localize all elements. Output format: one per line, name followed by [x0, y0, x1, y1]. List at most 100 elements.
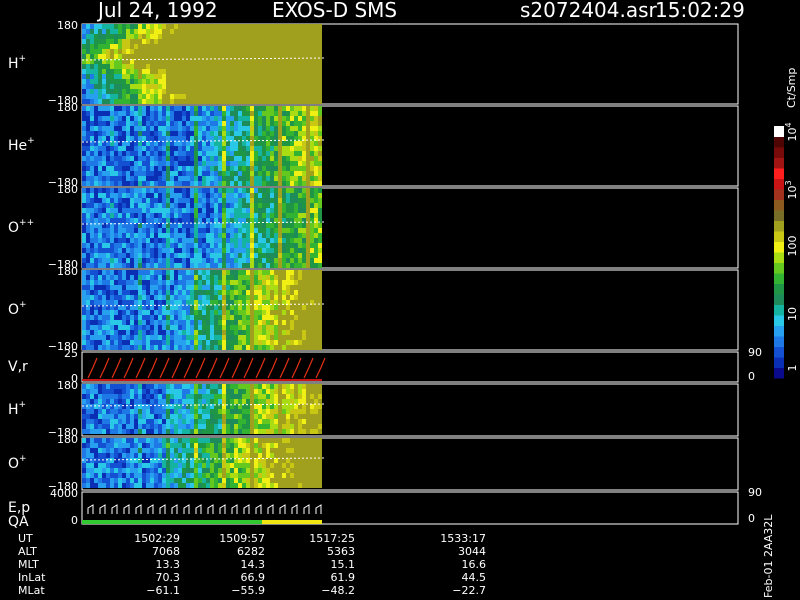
spectrogram-cell: [230, 24, 234, 29]
spectrogram-cell: [146, 49, 150, 54]
spectrogram-cell: [106, 453, 110, 458]
spectrogram-cell: [218, 74, 222, 79]
spectrogram-cell: [250, 419, 254, 424]
spectrogram-cell: [254, 399, 258, 404]
spectrogram-cell: [162, 330, 166, 335]
spectrogram-cell: [266, 295, 270, 300]
spectrogram-cell: [202, 151, 206, 156]
spectrogram-cell: [266, 384, 270, 389]
spectrogram-cell: [246, 424, 250, 429]
spectrogram-cell: [86, 193, 90, 198]
spectrogram-cell: [242, 233, 246, 238]
spectrogram-cell: [166, 131, 170, 136]
panel-5: 180−180H+: [8, 379, 739, 439]
spectrogram-cell: [102, 270, 106, 275]
spectrogram-cell: [186, 483, 190, 488]
spectrogram-cell: [282, 156, 286, 161]
spectrogram-cell: [250, 409, 254, 414]
spectrogram-cell: [254, 156, 258, 161]
spectrogram-cell: [226, 228, 230, 233]
spectrogram-cell: [94, 181, 98, 186]
spectrogram-cell: [98, 39, 102, 44]
spectrogram-cell: [150, 198, 154, 203]
spectrogram-cell: [86, 320, 90, 325]
spectrogram-cell: [110, 74, 114, 79]
spectrogram-cell: [86, 404, 90, 409]
spectrogram-cell: [170, 280, 174, 285]
spectrogram-cell: [250, 151, 254, 156]
spectrogram-cell: [230, 394, 234, 399]
spectrogram-cell: [186, 394, 190, 399]
spectrogram-cell: [242, 203, 246, 208]
spectrogram-cell: [106, 181, 110, 186]
spectrogram-cell: [106, 448, 110, 453]
spectrogram-cell: [182, 121, 186, 126]
spectrogram-cell: [218, 176, 222, 181]
spectrogram-cell: [186, 295, 190, 300]
spectrogram-cell: [170, 290, 174, 295]
spectrogram-cell: [178, 188, 182, 193]
spectrogram-cell: [282, 325, 286, 330]
spectrogram-cell: [250, 335, 254, 340]
spectrogram-cell: [134, 483, 138, 488]
spectrogram-cell: [218, 228, 222, 233]
spectrogram-cell: [238, 419, 242, 424]
spectrogram-cell: [150, 176, 154, 181]
spectrogram-cell: [130, 243, 134, 248]
spectrogram-cell: [282, 233, 286, 238]
spectrogram-cell: [106, 270, 110, 275]
spectrogram-cell: [286, 285, 290, 290]
spectrogram-cell: [234, 335, 238, 340]
spectrogram-cell: [90, 253, 94, 258]
spectrogram-cell: [202, 315, 206, 320]
spectrogram-cell: [182, 270, 186, 275]
spectrogram-cell: [146, 290, 150, 295]
spectrogram-cell: [182, 131, 186, 136]
spectrogram-cell: [170, 34, 174, 39]
spectrogram-cell: [242, 310, 246, 315]
spectrogram-cell: [194, 141, 198, 146]
spectrogram-cell: [130, 468, 134, 473]
spectrogram-cell: [206, 263, 210, 268]
spectrogram-cell: [170, 161, 174, 166]
spectrogram-cell: [290, 141, 294, 146]
spectrogram-cell: [82, 188, 86, 193]
spectrogram-cell: [126, 315, 130, 320]
spectrogram-cell: [110, 429, 114, 434]
spectrogram-cell: [234, 74, 238, 79]
spectrogram-cell: [122, 404, 126, 409]
spectrogram-cell: [134, 193, 138, 198]
spectrogram-cell: [258, 213, 262, 218]
spectrogram-cell: [314, 188, 318, 193]
spectrogram-cell: [150, 330, 154, 335]
spectrogram-cell: [110, 394, 114, 399]
spectrogram-cell: [86, 330, 90, 335]
panel-label: O+: [8, 300, 27, 318]
spectrogram-cell: [102, 438, 106, 443]
spectrogram-cell: [114, 193, 118, 198]
spectrogram-cell: [126, 131, 130, 136]
spectrogram-cell: [242, 111, 246, 116]
spectrogram-cell: [266, 478, 270, 483]
spectrogram-cell: [114, 106, 118, 111]
spectrogram-cell: [302, 188, 306, 193]
spectrogram-cell: [130, 99, 134, 104]
spectrogram-cell: [82, 203, 86, 208]
spectrogram-cell: [318, 315, 322, 320]
spectrogram-cell: [274, 258, 278, 263]
spectrogram-cell: [258, 74, 262, 79]
spectrogram-cell: [146, 404, 150, 409]
spectrogram-cell: [198, 330, 202, 335]
spectrogram-cell: [170, 64, 174, 69]
spectrogram-cell: [190, 233, 194, 238]
spectrogram-cell: [214, 151, 218, 156]
spectrogram-cell: [82, 131, 86, 136]
spectrogram-cell: [190, 151, 194, 156]
spectrogram-cell: [262, 79, 266, 84]
spectrogram-cell: [210, 394, 214, 399]
spectrogram-cell: [234, 203, 238, 208]
spectrogram-cell: [186, 193, 190, 198]
spectrogram-cell: [166, 384, 170, 389]
spectrogram-cell: [82, 39, 86, 44]
spectrogram-cell: [214, 325, 218, 330]
